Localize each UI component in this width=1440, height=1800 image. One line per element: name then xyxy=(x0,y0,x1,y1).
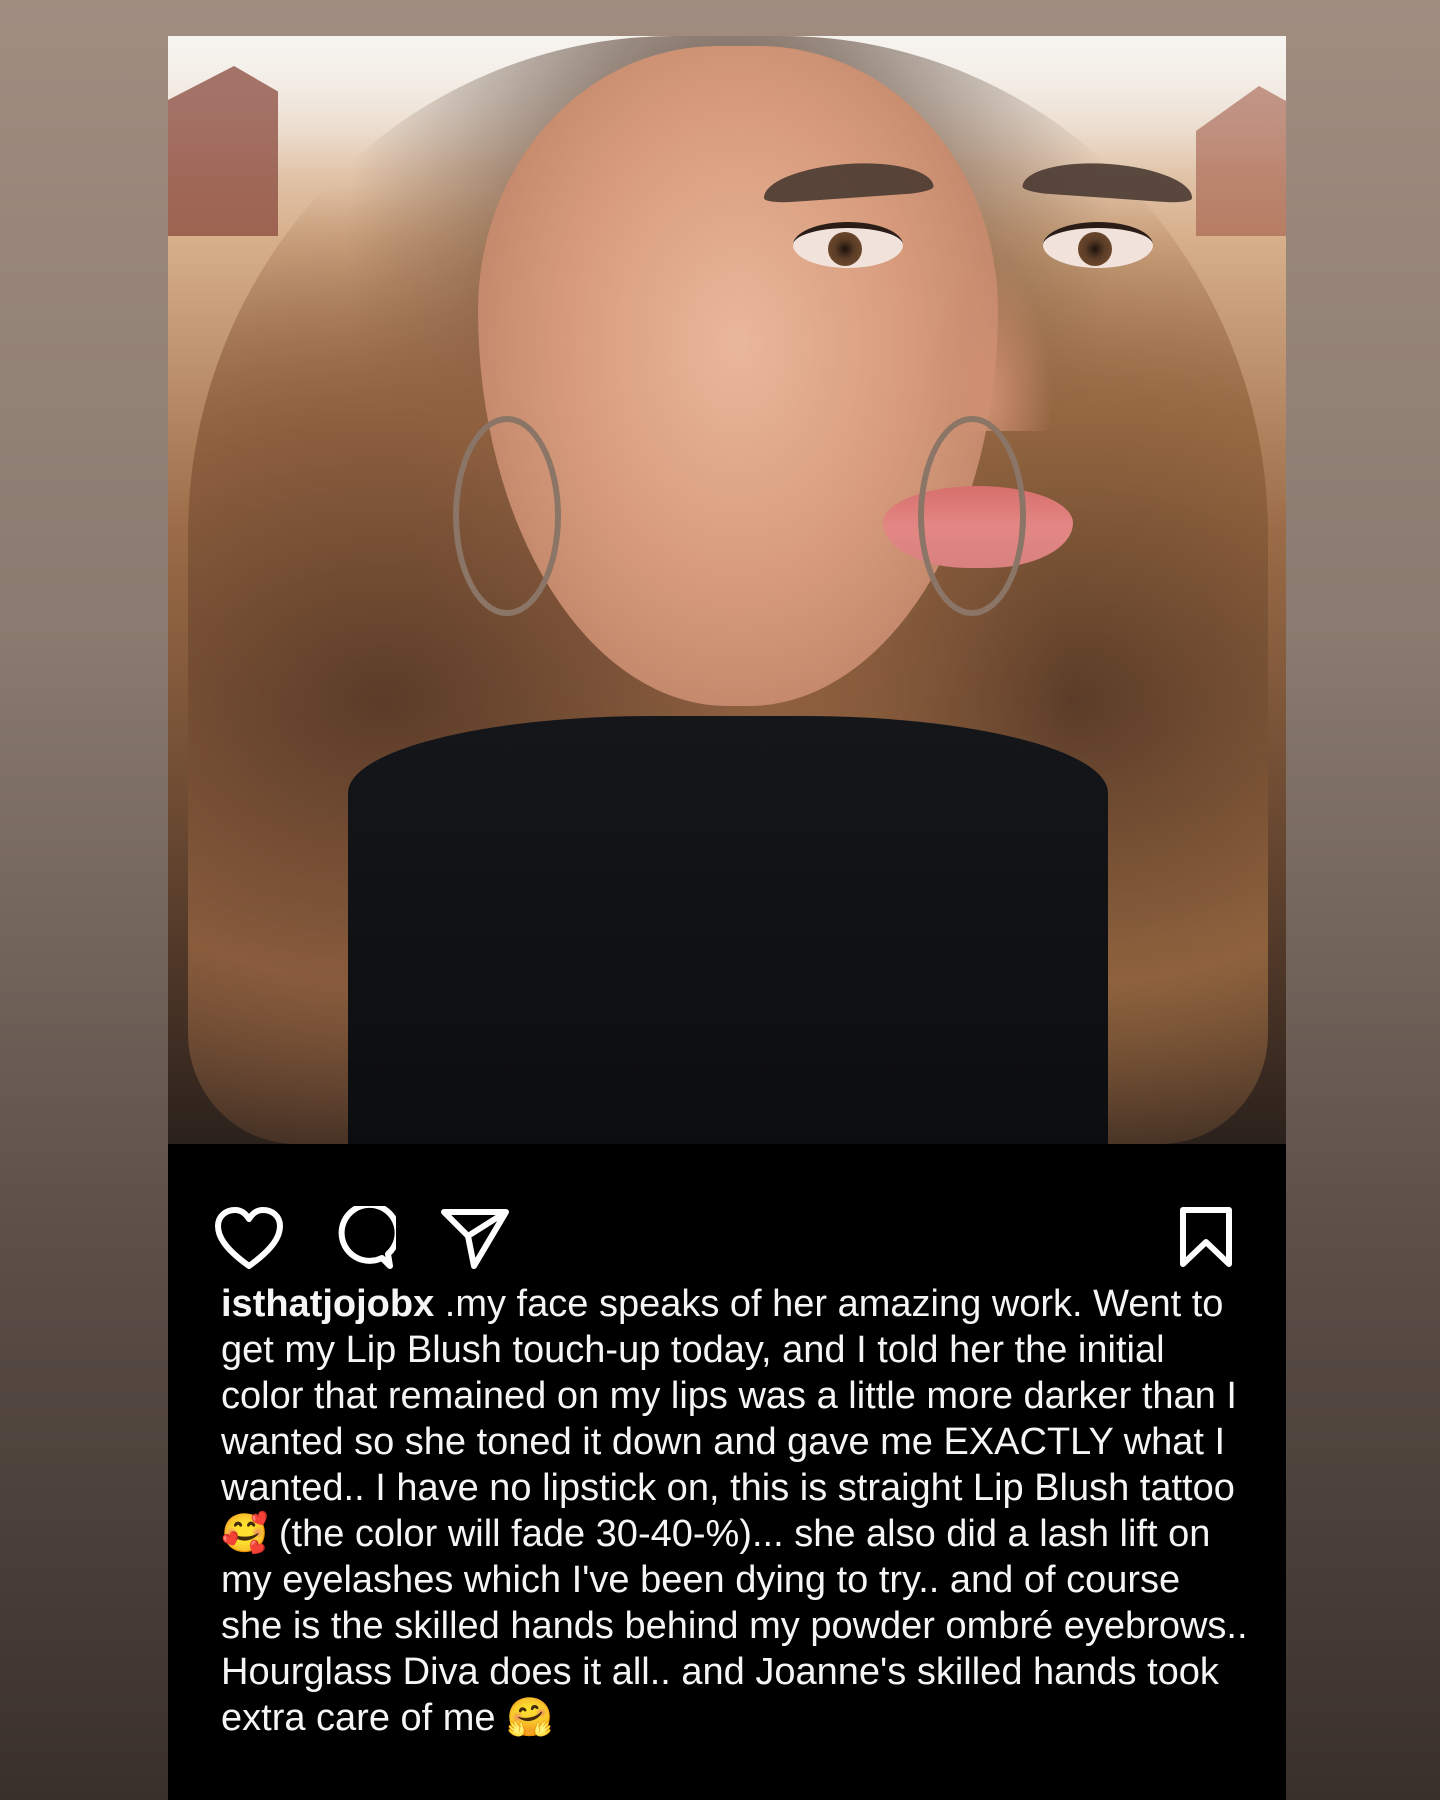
bookmark-outline-icon xyxy=(1178,1206,1234,1270)
left-eye xyxy=(793,222,903,268)
left-iris xyxy=(828,232,862,266)
post-photo[interactable] xyxy=(168,36,1286,1144)
post-caption-text: .my face speaks of her amazing work. Wen… xyxy=(221,1283,1248,1739)
right-hoop-earring xyxy=(918,416,1026,616)
left-eyebrow xyxy=(762,158,934,204)
right-eye xyxy=(1043,222,1153,268)
background-house-left xyxy=(168,66,278,236)
comment-button[interactable] xyxy=(330,1206,396,1272)
left-hoop-earring xyxy=(453,416,561,616)
right-iris xyxy=(1078,232,1112,266)
like-button[interactable] xyxy=(214,1206,284,1272)
heart-outline-icon xyxy=(214,1206,284,1272)
save-button[interactable] xyxy=(1178,1206,1234,1270)
post-caption: isthatjojobx .my face speaks of her amaz… xyxy=(221,1281,1251,1741)
paper-plane-icon xyxy=(440,1206,510,1272)
instagram-post-card: isthatjojobx .my face speaks of her amaz… xyxy=(168,36,1286,1800)
post-username[interactable]: isthatjojobx xyxy=(221,1283,434,1325)
black-top xyxy=(348,716,1108,1144)
nose xyxy=(923,256,1053,431)
share-button[interactable] xyxy=(440,1206,510,1272)
speech-bubble-icon xyxy=(330,1206,396,1272)
